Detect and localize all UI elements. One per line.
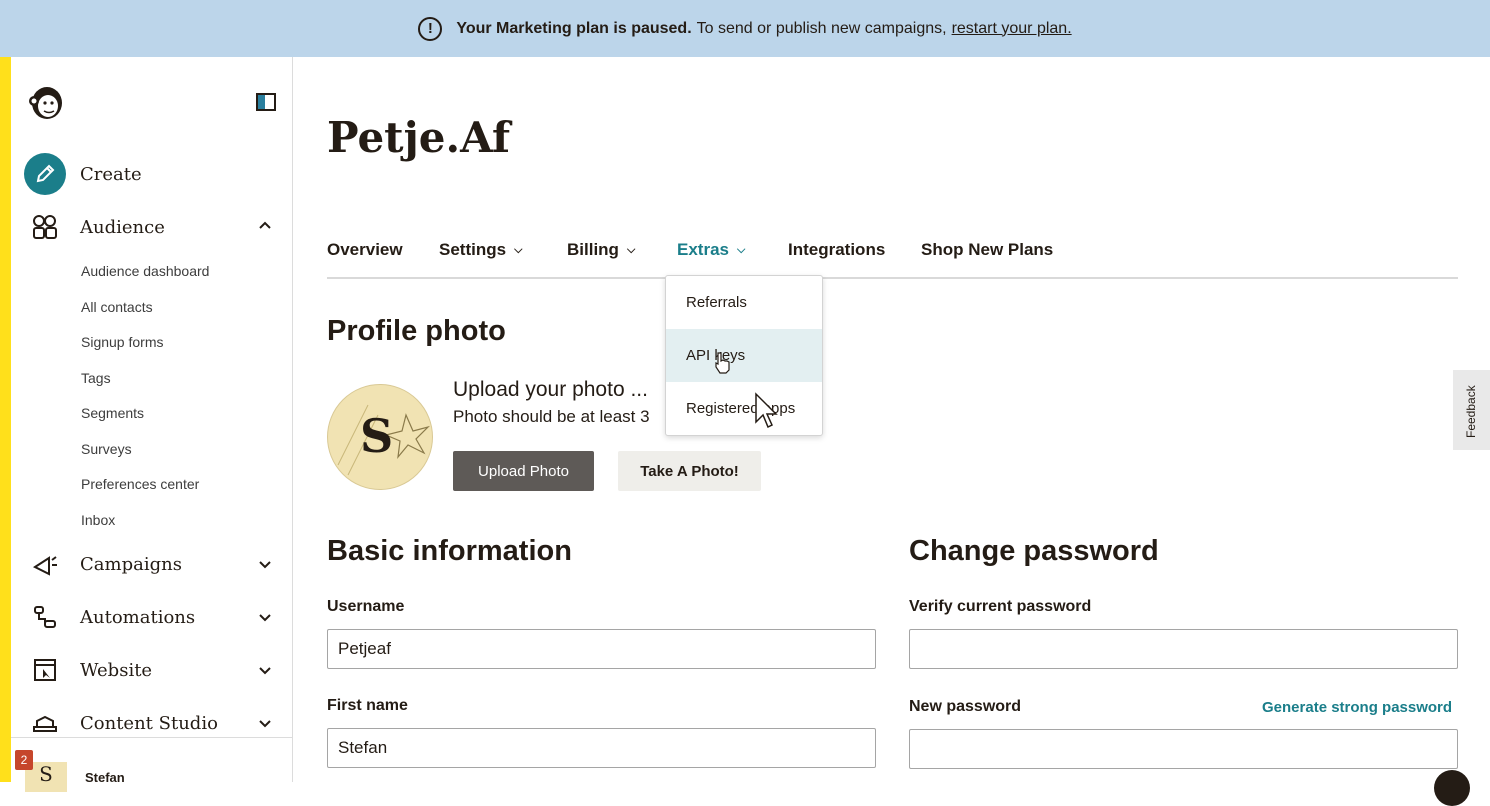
tab-settings[interactable]: Settings ⌵ — [439, 240, 522, 260]
website-icon — [24, 649, 66, 691]
user-name: Stefan — [85, 770, 125, 785]
chevron-down-icon[interactable] — [259, 558, 271, 570]
arrow-cursor-icon — [755, 392, 778, 429]
chevron-down-icon: ⌵ — [736, 243, 746, 256]
hand-cursor-icon — [715, 352, 730, 374]
take-photo-button[interactable]: Take A Photo! — [618, 451, 761, 491]
megaphone-icon — [24, 543, 66, 585]
audience-icon — [24, 206, 66, 248]
feedback-tab[interactable]: Feedback — [1453, 370, 1490, 450]
banner-bold-text: Your Marketing plan is paused. — [456, 19, 692, 37]
sidebar-item-surveys[interactable]: Surveys — [81, 441, 132, 457]
help-button[interactable] — [1434, 770, 1470, 806]
nav-automations[interactable]: Automations — [24, 596, 195, 638]
first-name-input[interactable] — [327, 728, 876, 768]
tab-integrations[interactable]: Integrations — [788, 240, 885, 260]
page-title: Petje.Af — [327, 113, 511, 162]
brand-strip — [0, 57, 11, 782]
first-name-label: First name — [327, 697, 408, 714]
upload-photo-button[interactable]: Upload Photo — [453, 451, 594, 491]
restart-plan-link[interactable]: restart your plan. — [952, 20, 1072, 38]
chevron-up-icon[interactable] — [259, 220, 271, 232]
basic-info-heading: Basic information — [327, 535, 572, 567]
extras-dropdown-menu: Referrals API keys Registered apps — [665, 275, 823, 436]
sidebar-item-inbox[interactable]: Inbox — [81, 512, 115, 528]
nav-audience[interactable]: Audience — [24, 206, 165, 248]
tab-billing-label: Billing — [567, 240, 619, 259]
nav-website-label: Website — [80, 659, 153, 681]
username-input[interactable] — [327, 629, 876, 669]
menu-item-api-keys[interactable]: API keys — [666, 329, 822, 382]
account-menu[interactable]: S 2 Stefan — [11, 737, 293, 792]
banner-text: To send or publish new campaigns, — [696, 19, 947, 37]
chevron-down-icon: ⌵ — [514, 243, 523, 256]
nav-automations-label: Automations — [80, 606, 196, 628]
chevron-down-icon[interactable] — [259, 611, 271, 623]
upload-subtitle: Photo should be at least 3 — [453, 407, 650, 426]
generate-password-link[interactable]: Generate strong password — [1262, 699, 1452, 716]
verify-password-label: Verify current password — [909, 598, 1092, 615]
collapse-sidebar-icon[interactable] — [256, 93, 276, 111]
sidebar-item-preferences-center[interactable]: Preferences center — [81, 476, 199, 492]
sidebar-item-audience-dashboard[interactable]: Audience dashboard — [81, 263, 209, 279]
plan-paused-banner: ! Your Marketing plan is paused. To send… — [0, 0, 1490, 57]
pencil-icon — [24, 153, 66, 195]
automations-icon — [24, 596, 66, 638]
tab-billing[interactable]: Billing ⌵ — [567, 240, 635, 260]
sidebar-item-signup-forms[interactable]: Signup forms — [81, 334, 163, 350]
chevron-down-icon: ⌵ — [626, 243, 636, 256]
tab-shop-new-plans[interactable]: Shop New Plans — [921, 240, 1053, 260]
account-tabs: Overview Settings ⌵ Billing ⌵ Extras ⌵ Inte… — [327, 237, 1458, 279]
tab-shop-new-plans-label: Shop New Plans — [921, 240, 1054, 259]
tab-overview-label: Overview — [327, 240, 403, 259]
profile-photo-heading: Profile photo — [327, 315, 506, 347]
notification-badge: 2 — [15, 750, 33, 770]
tab-settings-label: Settings — [439, 240, 507, 259]
tab-extras-label: Extras — [677, 240, 729, 259]
profile-photo: S — [327, 384, 433, 490]
chevron-down-icon[interactable] — [259, 664, 271, 676]
nav-campaigns-label: Campaigns — [80, 553, 182, 575]
change-password-heading: Change password — [909, 535, 1159, 567]
new-password-label: New password — [909, 698, 1022, 715]
nav-create-label: Create — [80, 163, 142, 185]
feedback-label: Feedback — [1464, 385, 1478, 438]
tab-extras[interactable]: Extras ⌵ — [677, 240, 745, 260]
nav-create[interactable]: Create — [24, 153, 142, 195]
menu-item-referrals[interactable]: Referrals — [666, 276, 822, 329]
sidebar-item-tags[interactable]: Tags — [81, 370, 111, 386]
alert-icon: ! — [418, 16, 443, 41]
current-password-input[interactable] — [909, 629, 1458, 669]
chevron-down-icon[interactable] — [259, 717, 271, 729]
upload-title: Upload your photo ... — [453, 378, 648, 401]
sidebar-item-all-contacts[interactable]: All contacts — [81, 299, 153, 315]
sidebar-item-segments[interactable]: Segments — [81, 405, 144, 421]
nav-audience-label: Audience — [80, 216, 165, 238]
sidebar: Create Audience Audience dashboard All c… — [11, 57, 293, 792]
nav-content-studio-label: Content Studio — [80, 712, 218, 734]
menu-item-registered-apps[interactable]: Registered apps — [666, 382, 822, 435]
profile-initial: S — [360, 409, 394, 463]
new-password-input[interactable] — [909, 729, 1458, 769]
nav-website[interactable]: Website — [24, 649, 152, 691]
mailchimp-logo-icon[interactable] — [25, 81, 67, 123]
username-label: Username — [327, 598, 405, 615]
tab-overview[interactable]: Overview — [327, 240, 403, 260]
nav-campaigns[interactable]: Campaigns — [24, 543, 182, 585]
main-content: Petje.Af Overview Settings ⌵ Billing ⌵ Ext… — [294, 57, 1490, 782]
tab-integrations-label: Integrations — [788, 240, 886, 259]
